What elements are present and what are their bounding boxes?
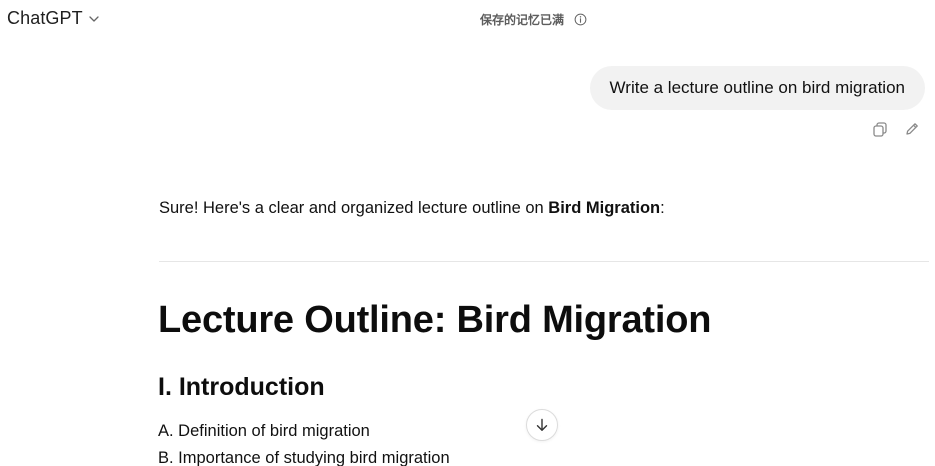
model-name: ChatGPT <box>7 8 83 28</box>
arrow-down-icon <box>536 418 548 431</box>
assistant-message: Sure! Here's a clear and organized lectu… <box>159 196 929 220</box>
info-icon[interactable] <box>574 13 587 26</box>
pencil-icon[interactable] <box>903 120 921 138</box>
intro-suffix: : <box>660 199 665 217</box>
scroll-down-button[interactable] <box>526 409 558 441</box>
user-message-text: Write a lecture outline on bird migratio… <box>609 78 905 97</box>
intro-bold: Bird Migration <box>548 199 661 217</box>
outline-item: B. Importance of studying bird migration <box>158 449 450 466</box>
model-selector[interactable]: ChatGPT <box>7 8 100 29</box>
user-message-bubble: Write a lecture outline on bird migratio… <box>589 66 925 110</box>
intro-prefix: Sure! Here's a clear and organized lectu… <box>159 199 549 217</box>
outline-item: A. Definition of bird migration <box>158 422 370 440</box>
user-message-actions <box>871 120 921 138</box>
chevron-down-icon <box>89 15 99 22</box>
top-bar: ChatGPT 保存的记忆已满 <box>0 0 935 40</box>
copy-icon[interactable] <box>871 120 889 138</box>
lecture-heading: Lecture Outline: Bird Migration <box>158 299 712 341</box>
assistant-intro: Sure! Here's a clear and organized lectu… <box>159 196 929 220</box>
memory-status[interactable]: 保存的记忆已满 <box>480 11 587 28</box>
memory-status-text: 保存的记忆已满 <box>480 13 565 27</box>
section-heading: I. Introduction <box>158 373 325 401</box>
divider <box>159 261 929 262</box>
